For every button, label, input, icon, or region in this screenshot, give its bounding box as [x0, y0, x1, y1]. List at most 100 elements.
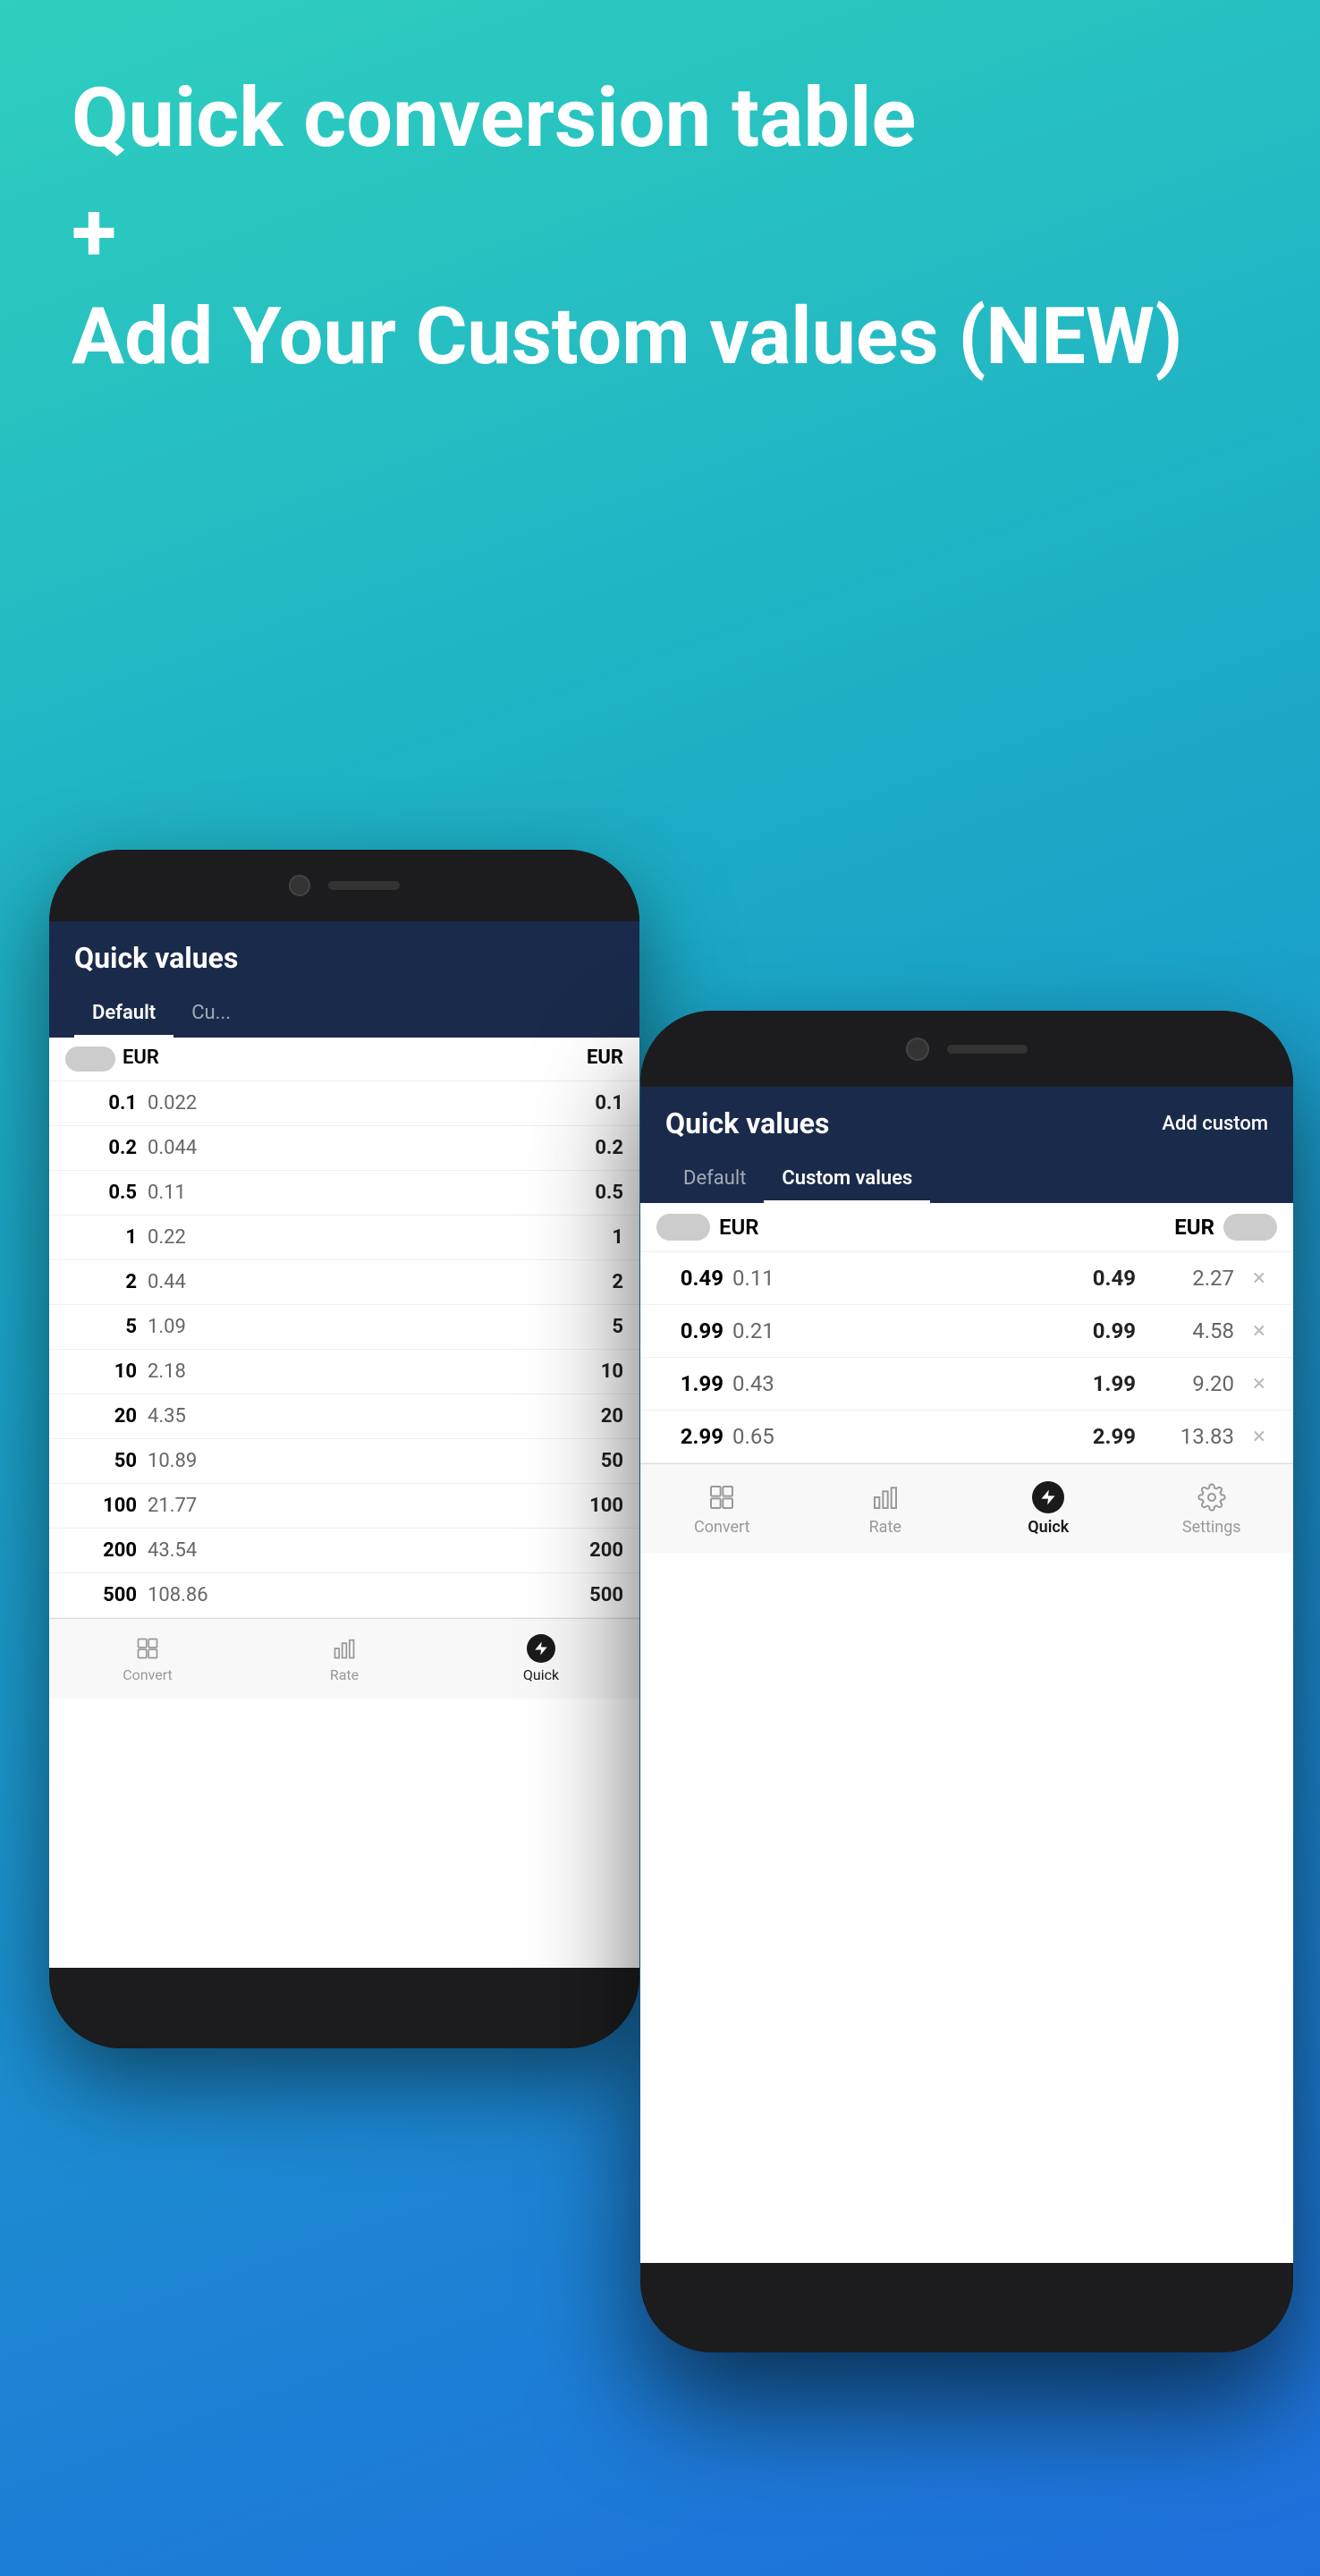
front-nav-quick[interactable]: Quick	[967, 1481, 1130, 1537]
grid-icon	[133, 1634, 162, 1663]
back-nav-rate[interactable]: Rate	[246, 1634, 443, 1683]
back-bottom-nav: Convert Rate Quick	[49, 1618, 639, 1699]
col3: 5	[237, 1316, 623, 1338]
col2: 43.54	[148, 1539, 237, 1562]
back-nav-rate-label: Rate	[330, 1666, 359, 1683]
front-col1: 0.99	[656, 1318, 723, 1343]
front-app-title: Quick values	[665, 1106, 829, 1140]
front-nav-rate-label: Rate	[869, 1518, 901, 1537]
col2: 0.11	[148, 1182, 237, 1204]
back-app-header: Quick values Default Cu...	[49, 921, 639, 1038]
bar-chart-icon	[330, 1634, 359, 1663]
col2: 2.18	[148, 1360, 237, 1383]
phone-front: Quick values Add custom Default Custom v…	[640, 1011, 1293, 2352]
front-col3: 2.99	[822, 1424, 1136, 1449]
hero-subtitle: Add Your Custom values (NEW)	[72, 292, 1248, 382]
col3: 1	[237, 1226, 623, 1249]
col2: 21.77	[148, 1495, 237, 1517]
quick-icon	[527, 1634, 555, 1663]
front-toggle-left[interactable]	[656, 1214, 710, 1241]
front-nav-settings-label: Settings	[1182, 1518, 1241, 1537]
back-phone-notch	[49, 850, 639, 921]
col1: 5	[65, 1316, 137, 1338]
back-nav-quick-label: Quick	[523, 1666, 559, 1683]
front-phone-screen: Quick values Add custom Default Custom v…	[640, 1087, 1293, 2263]
col1: 20	[65, 1405, 137, 1428]
front-bottom-nav: Convert Rate Quick	[640, 1463, 1293, 1553]
col1: 2	[65, 1271, 137, 1293]
table-row: 2 0.44 2	[49, 1260, 639, 1305]
front-col4: 4.58	[1145, 1318, 1234, 1343]
back-nav-quick[interactable]: Quick	[443, 1634, 639, 1683]
back-nav-convert[interactable]: Convert	[49, 1634, 246, 1683]
col1: 0.2	[65, 1137, 137, 1159]
front-col3: 0.49	[822, 1266, 1136, 1291]
front-app-tabs: Default Custom values	[665, 1157, 1268, 1203]
col2: 0.44	[148, 1271, 237, 1293]
front-toggle-right[interactable]	[1223, 1214, 1277, 1241]
front-col3: 0.99	[822, 1318, 1136, 1343]
table-row: 0.5 0.11 0.5	[49, 1171, 639, 1216]
front-col1: 2.99	[656, 1424, 723, 1449]
bar-chart-icon	[869, 1481, 901, 1513]
front-table-row: 1.99 0.43 1.99 9.20 ×	[640, 1358, 1293, 1411]
table-row: 20 4.35 20	[49, 1394, 639, 1439]
col3: 200	[237, 1539, 623, 1562]
back-tab-custom[interactable]: Cu...	[173, 991, 249, 1038]
front-col2: 0.21	[732, 1318, 804, 1343]
back-phone-bottom-bar	[49, 1968, 639, 2048]
col2: 4.35	[148, 1405, 237, 1428]
table-row: 500 108.86 500	[49, 1573, 639, 1618]
front-app-title-row: Quick values Add custom	[665, 1106, 1268, 1157]
col1: 50	[65, 1450, 137, 1472]
col3: 0.1	[237, 1092, 623, 1114]
back-phone-screen: Quick values Default Cu... EUR EUR 0.1 0…	[49, 921, 639, 1968]
front-phone-notch	[640, 1011, 1293, 1087]
col1: 100	[65, 1495, 137, 1517]
front-col4: 13.83	[1145, 1424, 1234, 1449]
quick-icon	[1032, 1481, 1064, 1513]
front-col1: 0.49	[656, 1266, 723, 1291]
front-currency-right: EUR	[1174, 1215, 1214, 1240]
front-tab-default[interactable]: Default	[665, 1157, 764, 1203]
back-app-title: Quick values	[74, 941, 614, 991]
back-app-tabs: Default Cu...	[74, 991, 614, 1038]
col2: 10.89	[148, 1450, 237, 1472]
front-nav-convert-label: Convert	[694, 1518, 750, 1537]
col1: 0.5	[65, 1182, 137, 1204]
col2: 0.022	[148, 1092, 237, 1114]
front-nav-settings[interactable]: Settings	[1130, 1481, 1294, 1537]
col3: 0.2	[237, 1137, 623, 1159]
col3: 0.5	[237, 1182, 623, 1204]
table-row: 0.1 0.022 0.1	[49, 1081, 639, 1126]
front-nav-rate[interactable]: Rate	[804, 1481, 968, 1537]
col1: 10	[65, 1360, 137, 1383]
delete-icon[interactable]: ×	[1241, 1423, 1277, 1450]
table-row: 5 1.09 5	[49, 1305, 639, 1350]
col3: 50	[237, 1450, 623, 1472]
front-table-row: 0.99 0.21 0.99 4.58 ×	[640, 1305, 1293, 1358]
back-toggle-left[interactable]	[65, 1046, 115, 1072]
col1: 200	[65, 1539, 137, 1562]
col3: 2	[237, 1271, 623, 1293]
col3: 500	[237, 1584, 623, 1606]
phones-container: Quick values Default Cu... EUR EUR 0.1 0…	[0, 850, 1320, 2460]
delete-icon[interactable]: ×	[1241, 1370, 1277, 1397]
front-col4: 2.27	[1145, 1266, 1234, 1291]
back-header-row: EUR EUR	[49, 1038, 639, 1081]
col2: 108.86	[148, 1584, 237, 1606]
grid-icon	[706, 1481, 738, 1513]
front-tab-custom[interactable]: Custom values	[764, 1157, 930, 1203]
add-custom-button[interactable]: Add custom	[1162, 1113, 1268, 1135]
front-col2: 0.65	[732, 1424, 804, 1449]
delete-icon[interactable]: ×	[1241, 1318, 1277, 1344]
back-tab-default[interactable]: Default	[74, 991, 173, 1038]
front-col3: 1.99	[822, 1371, 1136, 1396]
front-nav-convert[interactable]: Convert	[640, 1481, 804, 1537]
table-row: 1 0.22 1	[49, 1216, 639, 1260]
delete-icon[interactable]: ×	[1241, 1265, 1277, 1292]
phone-back: Quick values Default Cu... EUR EUR 0.1 0…	[49, 850, 639, 2048]
col3: 20	[237, 1405, 623, 1428]
table-row: 200 43.54 200	[49, 1529, 639, 1573]
col1: 1	[65, 1226, 137, 1249]
